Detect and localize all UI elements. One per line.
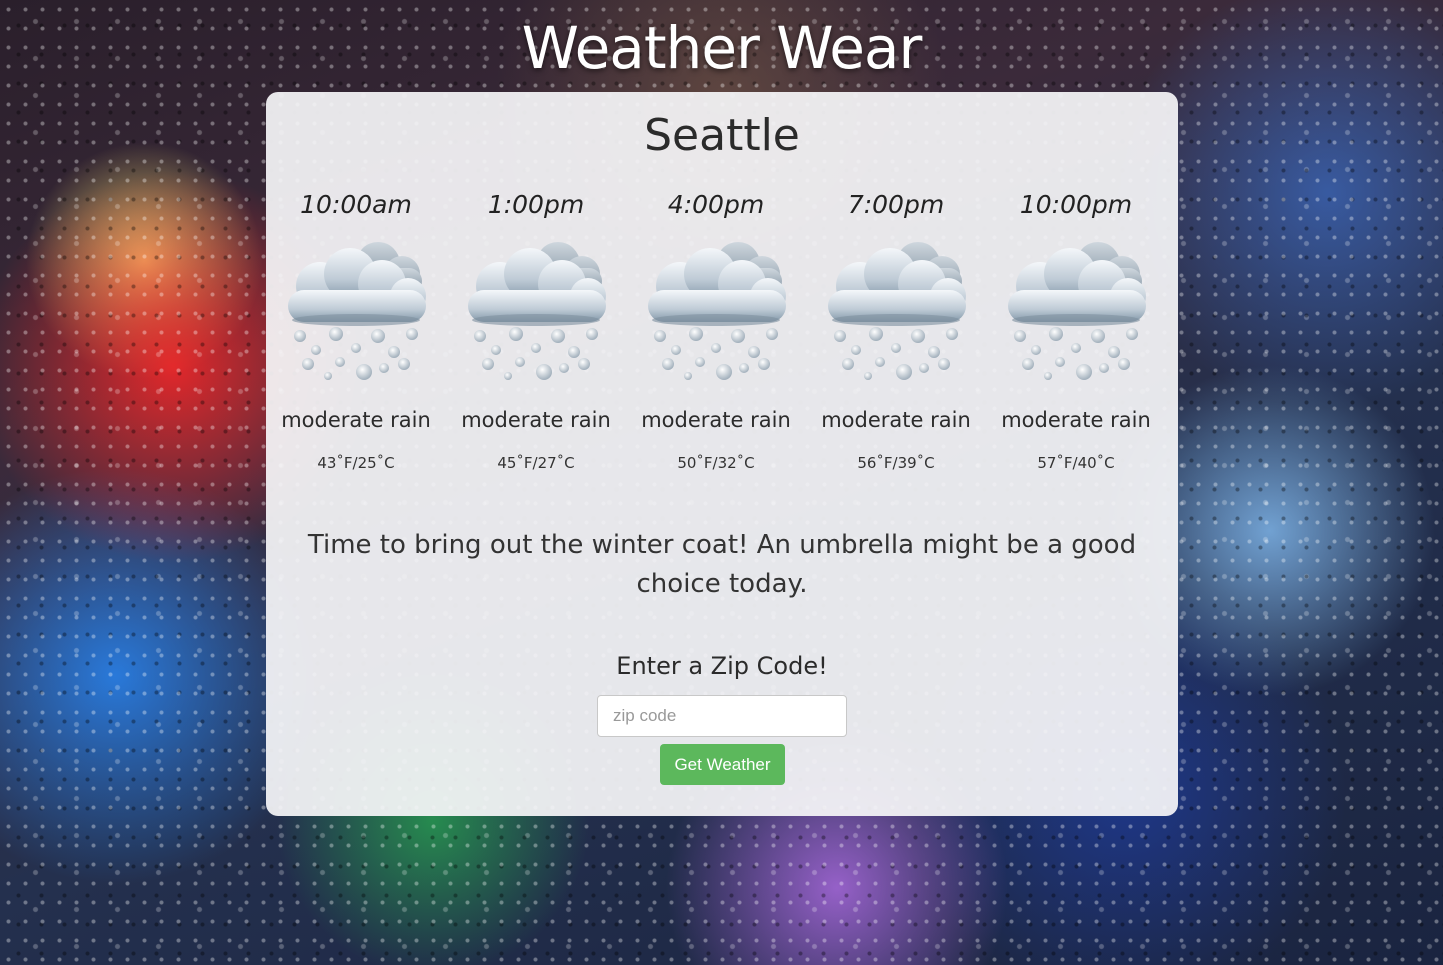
forecast-temperature: 56˚F/39˚C (857, 454, 935, 472)
clothing-advice: Time to bring out the winter coat! An um… (307, 530, 1137, 599)
rain-cloud-icon (288, 242, 426, 380)
forecast-row: 10:00am moderate rain 43˚F/25˚C 1:00pm m… (266, 190, 1178, 490)
city-name: Seattle (644, 110, 800, 161)
forecast-temperature: 50˚F/32˚C (677, 454, 755, 472)
forecast-time: 10:00am (300, 190, 412, 219)
forecast-description: moderate rain (461, 408, 611, 432)
rain-cloud-icon (648, 242, 786, 380)
forecast-description: moderate rain (1001, 408, 1151, 432)
forecast-temperature: 45˚F/27˚C (497, 454, 575, 472)
forecast-temperature: 57˚F/40˚C (1037, 454, 1115, 472)
forecast-description: moderate rain (281, 408, 431, 432)
zip-code-label: Enter a Zip Code! (616, 652, 828, 680)
get-weather-button[interactable]: Get Weather (660, 744, 785, 785)
forecast-temperature: 43˚F/25˚C (317, 454, 395, 472)
rain-cloud-icon (468, 242, 606, 380)
rain-cloud-icon (1008, 242, 1146, 380)
weather-panel: Seattle 10:00am moderate rain 43˚F/25˚C … (266, 92, 1178, 816)
forecast-time: 1:00pm (487, 190, 585, 219)
app-title: Weather Wear (521, 14, 923, 82)
forecast-time: 10:00pm (1019, 190, 1133, 219)
zip-code-input[interactable] (597, 695, 847, 737)
rain-cloud-icon (828, 242, 966, 380)
forecast-time: 4:00pm (667, 190, 765, 219)
forecast-description: moderate rain (641, 408, 791, 432)
forecast-description: moderate rain (821, 408, 971, 432)
forecast-time: 7:00pm (847, 190, 945, 219)
